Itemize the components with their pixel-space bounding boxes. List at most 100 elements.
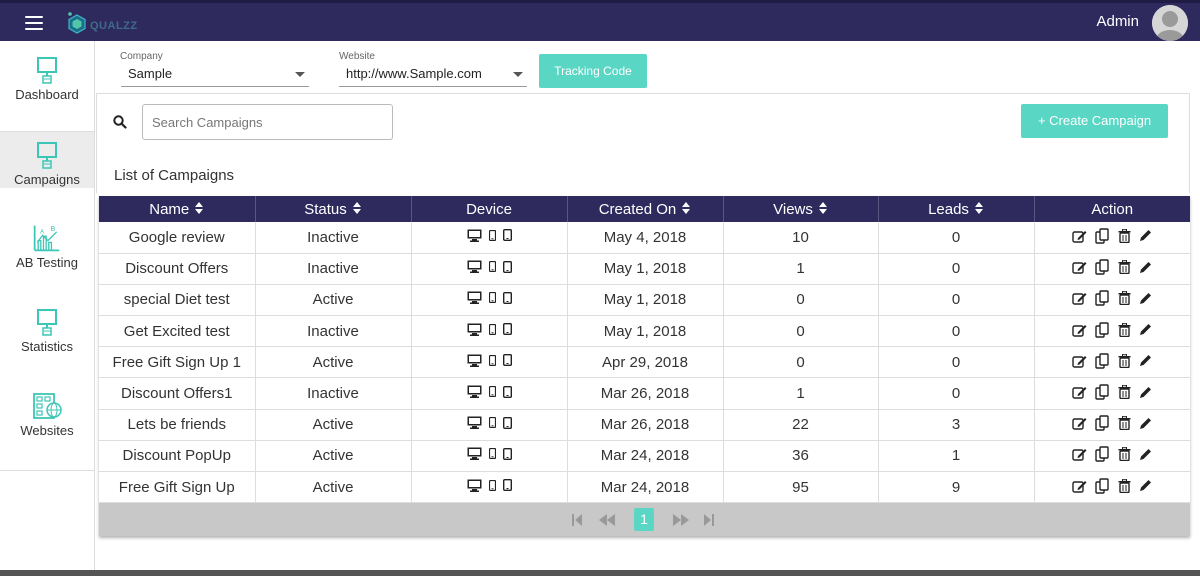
cell-device [411,409,568,441]
edit-icon[interactable] [1072,479,1087,493]
copy-icon[interactable] [1095,477,1110,494]
trash-icon[interactable] [1118,228,1131,243]
pencil-icon[interactable] [1139,354,1152,367]
edit-icon[interactable] [1072,416,1087,430]
chevron-down-icon [513,72,523,77]
sort-icon[interactable] [195,201,204,215]
last-page-icon[interactable] [702,510,716,530]
edit-icon[interactable] [1072,291,1087,306]
pencil-icon[interactable] [1139,448,1152,461]
cell-actions [1034,284,1190,317]
cell-created-on: Mar 26, 2018 [567,409,724,441]
cell-status: Inactive [255,222,412,254]
column-header-leads[interactable]: Leads [878,196,1035,222]
edit-icon[interactable] [1072,260,1087,274]
edit-icon[interactable] [1072,323,1087,337]
table-row[interactable]: Discount PopUp Active Mar 24, 2018 36 1 [99,440,1190,473]
pencil-icon[interactable] [1139,386,1152,399]
avatar[interactable] [1152,5,1188,41]
copy-icon[interactable] [1095,415,1110,431]
copy-icon[interactable] [1095,259,1110,275]
copy-icon[interactable] [1095,290,1110,307]
trash-icon[interactable] [1118,478,1131,493]
search-input[interactable] [142,104,393,140]
sort-icon[interactable] [352,201,362,215]
cell-actions [1034,315,1190,348]
user-name[interactable]: Admin [1096,13,1139,30]
page-number-current[interactable]: 1 [634,508,654,531]
cell-actions [1034,471,1190,504]
menu-icon[interactable] [25,16,43,30]
sidebar: Dashboard Campaigns B A AB Testing Stati… [0,41,95,576]
edit-icon[interactable] [1072,385,1087,399]
column-header-label: Name [149,200,190,218]
create-campaign-button[interactable]: + Create Campaign [1021,104,1168,138]
cell-device [411,253,568,285]
trash-icon[interactable] [1118,447,1131,462]
sort-icon[interactable] [818,201,828,215]
table-row[interactable]: Discount Offers1 Inactive Mar 26, 2018 1 0 [99,377,1190,410]
mobile-icon [488,448,496,460]
column-header-created-on[interactable]: Created On [567,196,724,222]
first-page-icon[interactable] [570,510,584,530]
edit-icon[interactable] [1072,447,1087,462]
cell-actions [1034,440,1190,473]
column-header-action: Action [1034,196,1190,222]
column-header-views[interactable]: Views [723,196,879,222]
column-header-label: Status [304,200,347,218]
cell-actions [1034,253,1190,285]
sort-icon[interactable] [974,201,984,215]
pencil-icon[interactable] [1139,479,1152,492]
column-header-name[interactable]: Name [99,196,256,222]
pencil-icon[interactable] [1139,229,1152,242]
cell-created-on: May 1, 2018 [567,284,724,317]
table-row[interactable]: Google review Inactive May 4, 2018 10 0 [99,222,1190,254]
copy-icon[interactable] [1095,446,1110,463]
pencil-icon[interactable] [1139,417,1152,430]
divider [96,93,97,193]
edit-icon[interactable] [1072,229,1087,243]
trash-icon[interactable] [1118,416,1131,431]
trash-icon[interactable] [1118,260,1131,275]
copy-icon[interactable] [1095,384,1110,400]
sidebar-item-statistics[interactable]: Statistics [0,293,94,375]
cell-device [411,440,568,473]
table-row[interactable]: Lets be friends Active Mar 26, 2018 22 3 [99,409,1190,441]
table-row[interactable]: Free Gift Sign Up Active Mar 24, 2018 95 9 [99,471,1190,504]
column-header-status[interactable]: Status [255,196,412,222]
desktop-icon [467,416,482,430]
tracking-code-button[interactable]: Tracking Code [539,54,647,88]
previous-page-icon[interactable] [596,510,618,530]
next-page-icon[interactable] [670,510,692,530]
search-icon[interactable] [113,115,127,129]
copy-icon[interactable] [1095,228,1110,244]
edit-icon[interactable] [1072,354,1087,368]
table-row[interactable]: Free Gift Sign Up 1 Active Apr 29, 2018 0 0 [99,346,1190,379]
trash-icon[interactable] [1118,353,1131,368]
sidebar-item-ab-testing[interactable]: B A AB Testing [0,209,94,291]
cell-created-on: Mar 26, 2018 [567,377,724,410]
logo[interactable]: QUALZZ [66,8,138,36]
cell-views: 1 [723,377,879,410]
pencil-icon[interactable] [1139,292,1152,305]
sidebar-item-dashboard[interactable]: Dashboard [0,41,94,123]
sort-icon[interactable] [682,201,691,215]
website-select[interactable]: http://www.Sample.com [339,63,527,87]
table-row[interactable]: Get Excited test Inactive May 1, 2018 0 0 [99,315,1190,348]
trash-icon[interactable] [1118,322,1131,337]
cell-device [411,377,568,410]
pencil-icon[interactable] [1139,261,1152,274]
pencil-icon[interactable] [1139,323,1152,336]
trash-icon[interactable] [1118,291,1131,306]
sidebar-item-campaigns[interactable]: Campaigns [0,132,94,188]
sidebar-item-websites[interactable]: Websites [0,377,94,459]
copy-icon[interactable] [1095,321,1110,338]
table-row[interactable]: Discount Offers Inactive May 1, 2018 1 0 [99,253,1190,285]
cell-name: Get Excited test [99,315,256,348]
tablet-icon [502,416,512,429]
trash-icon[interactable] [1118,385,1131,400]
company-select[interactable]: Sample [121,63,309,87]
sidebar-item-label: Websites [20,423,74,438]
copy-icon[interactable] [1095,353,1110,369]
table-row[interactable]: special Diet test Active May 1, 2018 0 0 [99,284,1190,317]
